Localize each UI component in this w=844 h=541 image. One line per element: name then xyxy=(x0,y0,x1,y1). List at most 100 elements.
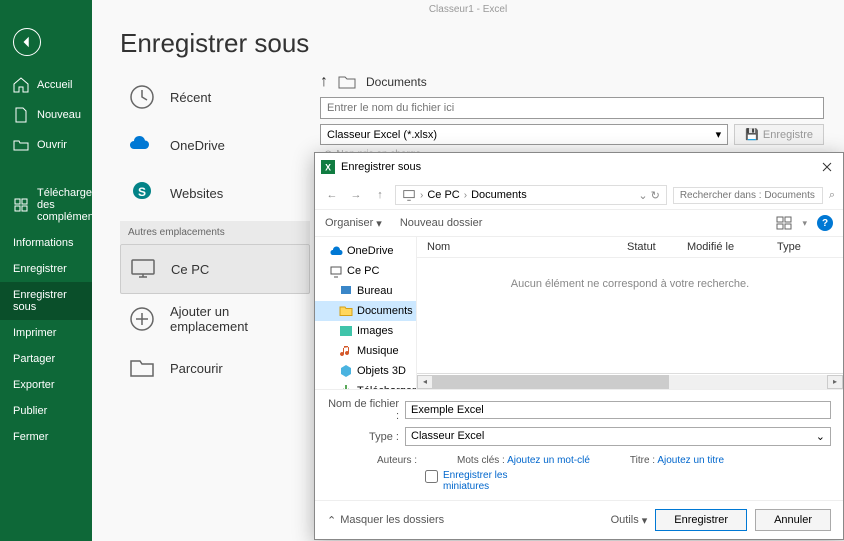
tree-item-bureau[interactable]: Bureau xyxy=(315,281,416,301)
nav-share[interactable]: Partager xyxy=(0,346,92,372)
folder-icon xyxy=(339,304,353,318)
thumbnail-checkbox[interactable] xyxy=(425,470,438,483)
window-title: Classeur1 - Excel xyxy=(92,0,844,20)
pc-icon xyxy=(329,264,343,278)
place-addlocation[interactable]: Ajouter un emplacement xyxy=(120,294,310,344)
nav-label: Fermer xyxy=(13,431,48,443)
type-select[interactable]: Classeur Excel⌄ xyxy=(405,427,831,446)
tree-item-t-l-chargements[interactable]: Téléchargements xyxy=(315,381,416,389)
nav-label: Enregistrer xyxy=(13,263,67,275)
svg-text:S: S xyxy=(138,185,146,199)
tree-item-onedrive[interactable]: OneDrive xyxy=(315,241,416,261)
keywords-link[interactable]: Ajoutez un mot-clé xyxy=(507,455,590,466)
tree-label: OneDrive xyxy=(347,245,393,257)
col-modified[interactable]: Modifié le xyxy=(687,241,777,253)
pc-icon xyxy=(129,255,157,283)
tree-item-musique[interactable]: Musique xyxy=(315,341,416,361)
place-label: Ajouter un emplacement xyxy=(170,304,302,334)
filename-field[interactable] xyxy=(405,401,831,419)
thumbnail-label: Enregistrer les miniatures xyxy=(443,470,523,492)
cancel-button[interactable]: Annuler xyxy=(755,509,831,531)
onedrive-icon xyxy=(128,131,156,159)
authors-label: Auteurs : xyxy=(377,455,417,466)
nav-publish[interactable]: Publier xyxy=(0,398,92,424)
place-recent[interactable]: Récent xyxy=(120,73,310,121)
col-status[interactable]: Statut xyxy=(627,241,687,253)
clock-icon xyxy=(128,83,156,111)
type-label: Type : xyxy=(327,431,405,443)
cloud-icon xyxy=(329,244,343,258)
help-icon[interactable]: ? xyxy=(817,215,833,231)
horizontal-scrollbar[interactable]: ◂ ▸ xyxy=(417,373,843,389)
search-input[interactable] xyxy=(673,187,823,204)
scroll-thumb[interactable] xyxy=(433,375,669,389)
up-icon[interactable]: ↑ xyxy=(320,73,328,91)
place-onedrive[interactable]: OneDrive xyxy=(120,121,310,169)
close-button[interactable] xyxy=(817,157,837,177)
place-label: Parcourir xyxy=(170,361,223,376)
nav-info[interactable]: Informations xyxy=(0,230,92,256)
chevron-down-icon: ▾ xyxy=(642,514,648,527)
folder-tree: OneDrive Ce PC Bureau Documents Images Musiqu… xyxy=(315,237,417,389)
scroll-left-button[interactable]: ◂ xyxy=(417,375,433,389)
nav-home[interactable]: Accueil xyxy=(0,70,92,100)
nav-label: Enregistrer sous xyxy=(13,289,84,313)
nav-up[interactable]: ↑ xyxy=(371,186,389,204)
browse-icon xyxy=(128,354,156,382)
place-browse[interactable]: Parcourir xyxy=(120,344,310,392)
nav-export[interactable]: Exporter xyxy=(0,372,92,398)
nav-close[interactable]: Fermer xyxy=(0,424,92,450)
filetype-select[interactable]: Classeur Excel (*.xlsx) ▾ xyxy=(320,124,728,145)
place-websites[interactable]: S Websites xyxy=(120,169,310,217)
chevron-down-icon: ▾ xyxy=(376,217,382,230)
column-headers[interactable]: Nom Statut Modifié le Type xyxy=(417,237,843,258)
view-icon[interactable] xyxy=(776,215,792,231)
filename-input[interactable] xyxy=(320,97,824,119)
nav-label: Nouveau xyxy=(37,109,81,121)
nav-label: Informations xyxy=(13,237,74,249)
scroll-right-button[interactable]: ▸ xyxy=(827,375,843,389)
tools-menu[interactable]: Outils▾ xyxy=(611,514,648,527)
tree-label: Objets 3D xyxy=(357,365,406,377)
nav-back[interactable]: ← xyxy=(323,186,341,204)
place-label: Récent xyxy=(170,90,211,105)
chevron-down-icon[interactable]: ▾ xyxy=(802,218,807,229)
breadcrumb[interactable]: › Ce PC › Documents ⌄ ↻ xyxy=(395,185,667,205)
home-icon xyxy=(13,77,29,93)
organize-menu[interactable]: Organiser▾ xyxy=(325,217,382,230)
bc-current[interactable]: Documents xyxy=(471,189,527,201)
nav-new[interactable]: Nouveau xyxy=(0,100,92,130)
tree-item-images[interactable]: Images xyxy=(315,321,416,341)
tree-label: Documents xyxy=(357,305,413,317)
nav-open[interactable]: Ouvrir xyxy=(0,130,92,160)
bc-root[interactable]: Ce PC xyxy=(427,189,459,201)
new-icon xyxy=(13,107,29,123)
col-name[interactable]: Nom xyxy=(427,241,627,253)
nav-addins[interactable]: Télécharger des compléments xyxy=(0,180,92,230)
nav-forward[interactable]: → xyxy=(347,186,365,204)
place-thispc[interactable]: Ce PC xyxy=(120,244,310,294)
back-button[interactable] xyxy=(13,28,41,56)
dialog-title: Enregistrer sous xyxy=(341,161,811,173)
save-button[interactable]: Enregistrer xyxy=(655,509,747,531)
place-label: Ce PC xyxy=(171,262,209,277)
hide-folders-toggle[interactable]: ⌃ Masquer les dossiers xyxy=(327,514,444,527)
tree-item-documents[interactable]: Documents xyxy=(315,301,416,321)
chevron-down-icon[interactable]: ⌄ ↻ xyxy=(638,189,660,202)
tree-item-objets-3d[interactable]: Objets 3D xyxy=(315,361,416,381)
tree-label: Bureau xyxy=(357,285,392,297)
music-icon xyxy=(339,344,353,358)
nav-save[interactable]: Enregistrer xyxy=(0,256,92,282)
nav-print[interactable]: Imprimer xyxy=(0,320,92,346)
tree-label: Musique xyxy=(357,345,399,357)
tree-item-ce-pc[interactable]: Ce PC xyxy=(315,261,416,281)
nav-label: Partager xyxy=(13,353,55,365)
desktop-icon xyxy=(339,284,353,298)
col-type[interactable]: Type xyxy=(777,241,801,253)
save-button-gray[interactable]: 💾Enregistre xyxy=(734,124,824,145)
new-folder-button[interactable]: Nouveau dossier xyxy=(400,217,483,229)
nav-saveas[interactable]: Enregistrer sous xyxy=(0,282,92,320)
title-link[interactable]: Ajoutez un titre xyxy=(657,455,724,466)
search-icon[interactable]: ⌕ xyxy=(829,189,835,202)
tree-label: Ce PC xyxy=(347,265,379,277)
